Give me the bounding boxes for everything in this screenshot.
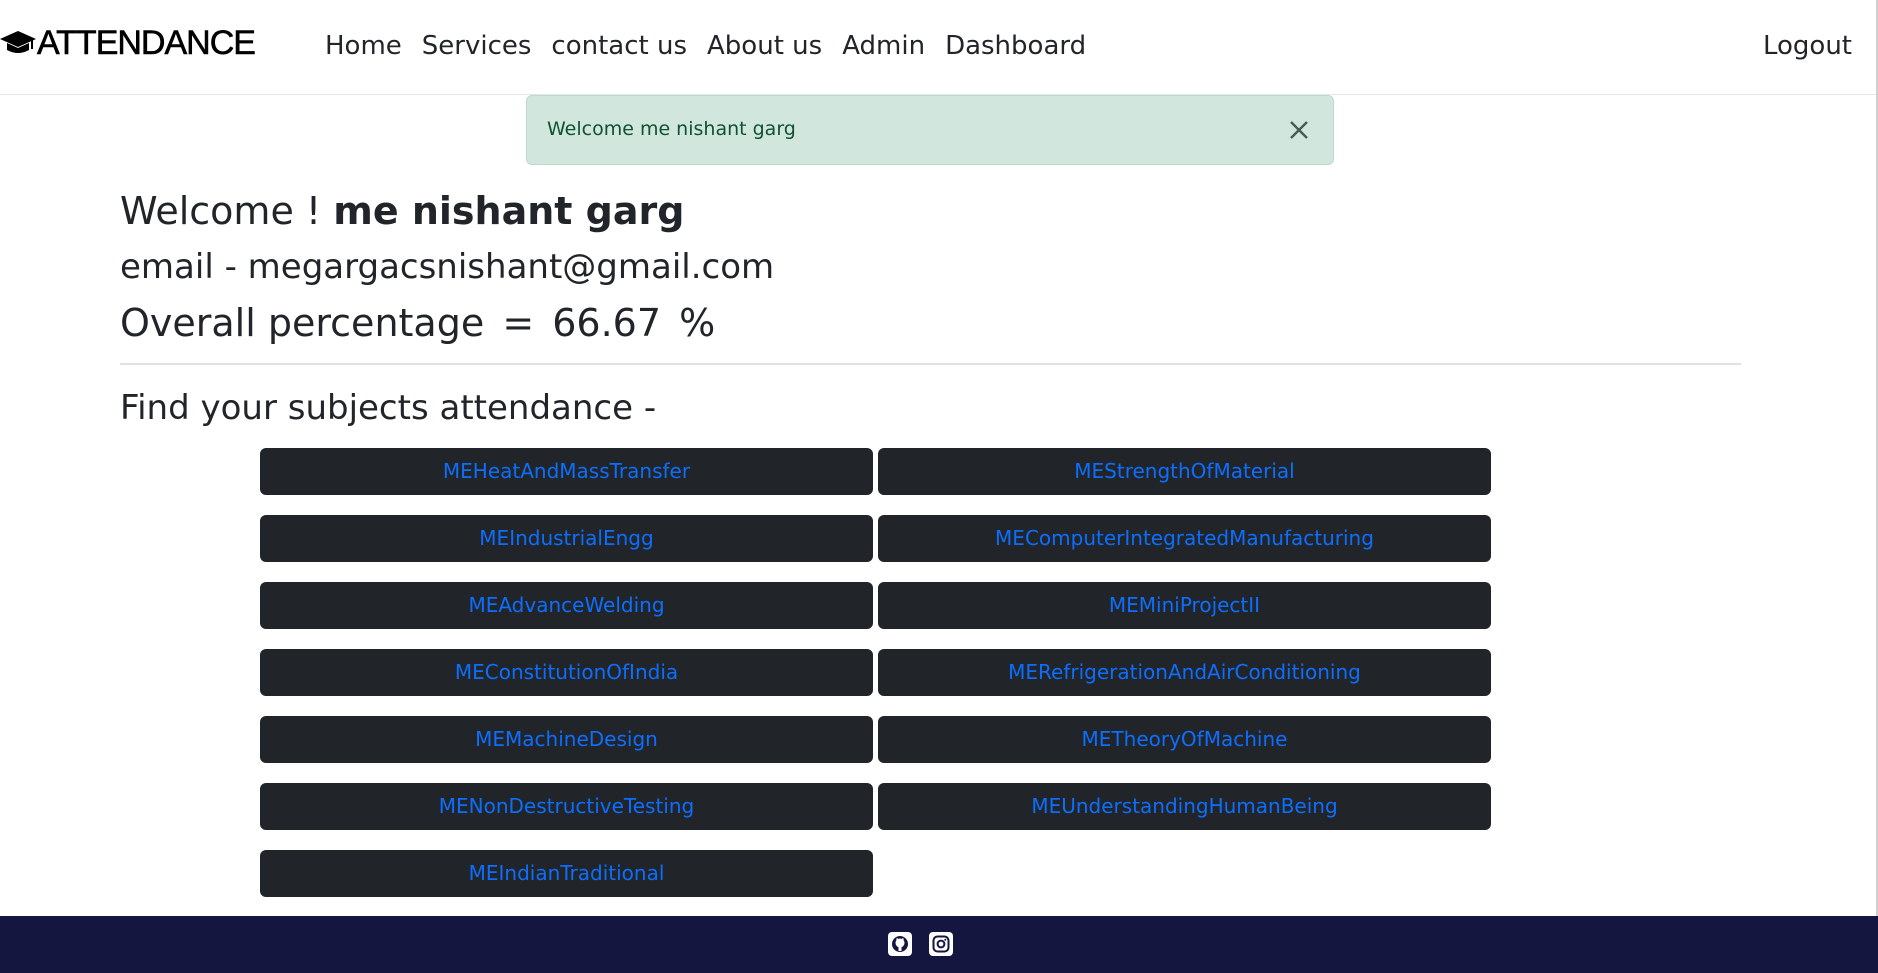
nav-links: Home Services contact us About us Admin … bbox=[315, 26, 1096, 66]
subject-button[interactable]: MEIndustrialEngg bbox=[260, 515, 873, 562]
brand[interactable]: ATTENDANCE bbox=[0, 23, 257, 62]
subject-button[interactable]: METheoryOfMachine bbox=[878, 716, 1491, 763]
subject-button[interactable]: MEAdvanceWelding bbox=[260, 582, 873, 629]
subject-button[interactable]: MEConstitutionOfIndia bbox=[260, 649, 873, 696]
close-icon[interactable] bbox=[1283, 114, 1315, 146]
footer bbox=[0, 916, 1878, 973]
subject-button[interactable]: MEUnderstandingHumanBeing bbox=[878, 783, 1491, 830]
subjects-heading: Find your subjects attendance - bbox=[120, 388, 657, 428]
user-name: me nishant garg bbox=[333, 189, 685, 233]
subject-button[interactable]: MERefrigerationAndAirConditioning bbox=[878, 649, 1491, 696]
subject-button[interactable]: MEHeatAndMassTransfer bbox=[260, 448, 873, 495]
alert-message: Welcome me nishant garg bbox=[547, 118, 796, 140]
divider bbox=[120, 363, 1741, 365]
instagram-icon[interactable] bbox=[929, 932, 953, 956]
nav-home[interactable]: Home bbox=[315, 26, 412, 66]
welcome-prefix: Welcome ! bbox=[120, 189, 322, 233]
graduation-cap-icon bbox=[0, 31, 36, 53]
subject-button[interactable]: MENonDestructiveTesting bbox=[260, 783, 873, 830]
user-email: email - megargacsnishant@gmail.com bbox=[120, 247, 775, 287]
subject-button[interactable]: MEIndianTraditional bbox=[260, 850, 873, 897]
subject-button[interactable]: MEComputerIntegratedManufacturing bbox=[878, 515, 1491, 562]
subject-button[interactable]: MEStrengthOfMaterial bbox=[878, 448, 1491, 495]
nav-contact[interactable]: contact us bbox=[541, 26, 697, 66]
github-icon[interactable] bbox=[888, 932, 912, 956]
overall-value: 66.67 bbox=[552, 301, 662, 345]
nav-dashboard[interactable]: Dashboard bbox=[935, 26, 1096, 66]
nav-services[interactable]: Services bbox=[412, 26, 542, 66]
welcome-heading: Welcome ! me nishant garg bbox=[120, 186, 684, 236]
nav-admin[interactable]: Admin bbox=[832, 26, 935, 66]
subject-button[interactable]: MEMachineDesign bbox=[260, 716, 873, 763]
subject-button[interactable]: MEMiniProjectII bbox=[878, 582, 1491, 629]
brand-title: ATTENDANCE bbox=[37, 23, 257, 62]
navbar: ATTENDANCE Home Services contact us Abou… bbox=[0, 0, 1876, 95]
overall-percentage: Overall percentage = 66.67 % bbox=[120, 297, 721, 349]
welcome-alert: Welcome me nishant garg bbox=[526, 95, 1334, 165]
overall-label: Overall percentage bbox=[120, 301, 485, 345]
nav-about[interactable]: About us bbox=[697, 26, 832, 66]
overall-unit: % bbox=[679, 301, 716, 345]
logout-link[interactable]: Logout bbox=[1763, 26, 1852, 66]
overall-equals: = bbox=[502, 301, 535, 345]
